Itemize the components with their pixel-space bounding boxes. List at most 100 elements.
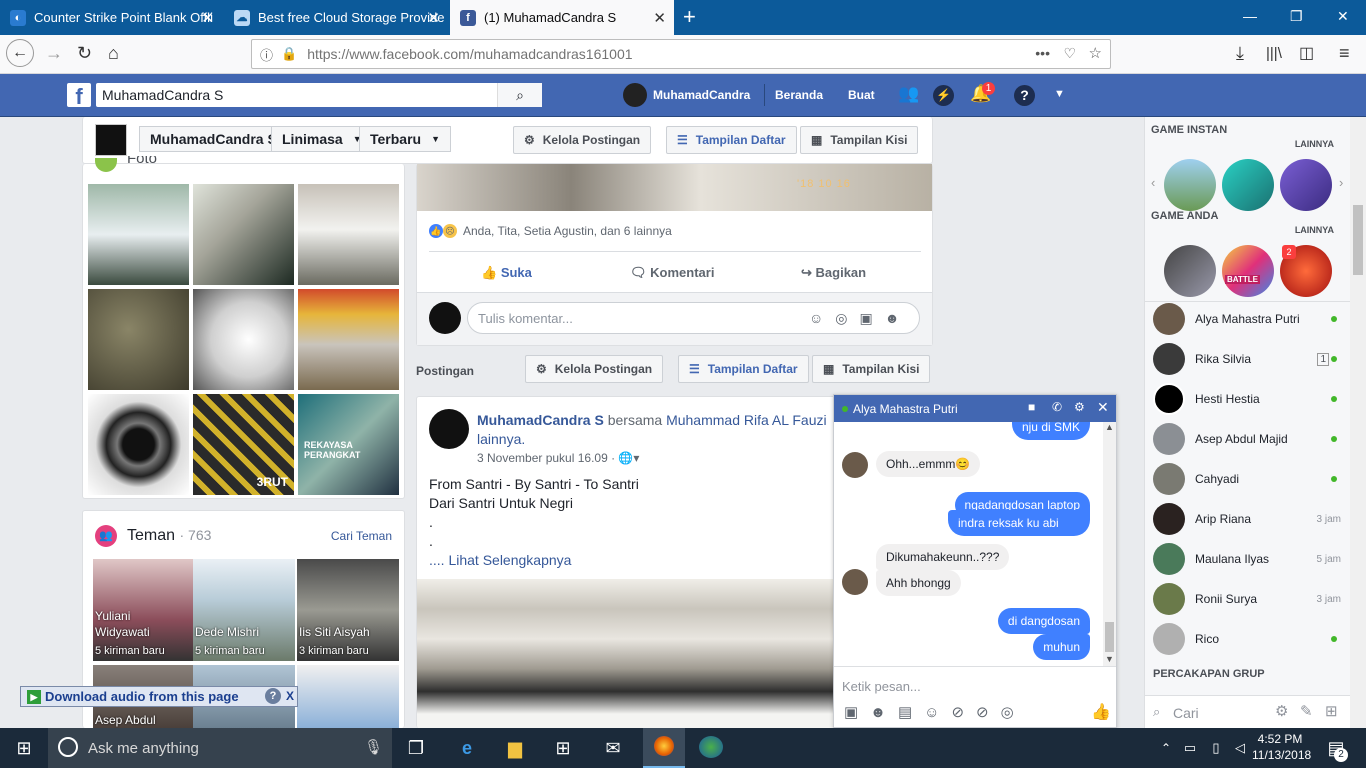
bookmark-star-icon[interactable]: ☆ bbox=[1089, 44, 1102, 62]
chat-toolbar-icons[interactable]: ▣☻▤☺⊘⊘◎ bbox=[844, 703, 1026, 721]
sidebar-search[interactable]: ⌕ Cari ⚙ ✎ ⊞ bbox=[1145, 695, 1350, 728]
chat-contact-name[interactable]: Alya Mahastra Putri bbox=[853, 402, 958, 416]
tagged-link[interactable]: Muhammad Rifa AL Fauzi bbox=[666, 412, 827, 428]
download-icon[interactable]: ⤓ bbox=[1236, 43, 1244, 64]
contact-item[interactable]: Maulana Ilyas 5 jam bbox=[1153, 539, 1349, 579]
sidebar-search-input[interactable]: Cari bbox=[1173, 705, 1199, 721]
photo-thumb[interactable] bbox=[88, 394, 189, 495]
grid-view-button[interactable]: ▦ Tampilan Kisi bbox=[812, 355, 931, 383]
friend-tile[interactable]: Yuliani Widyawati 5 kiriman baru bbox=[93, 559, 195, 661]
scroll-down-icon[interactable]: ▼ bbox=[1103, 654, 1116, 664]
restore-icon[interactable]: ❐ bbox=[1290, 8, 1303, 25]
like-button[interactable]: 👍 Suka bbox=[481, 265, 532, 281]
game-icon[interactable] bbox=[1164, 245, 1216, 297]
photo-thumb[interactable] bbox=[88, 184, 189, 285]
messenger-icon[interactable]: ⚡ bbox=[933, 85, 954, 106]
chevron-left-icon[interactable]: ‹ bbox=[1151, 175, 1155, 190]
search-icon[interactable]: ⌕ bbox=[497, 83, 542, 107]
author-avatar[interactable] bbox=[429, 409, 469, 449]
contact-item[interactable]: Arip Riana 3 jam bbox=[1153, 499, 1349, 539]
tab-counter-strike[interactable]: ◐ Counter Strike Point Blank Offli ✕ bbox=[0, 0, 222, 35]
microphone-icon[interactable]: 🎙 bbox=[364, 738, 383, 756]
find-friends-link[interactable]: Cari Teman bbox=[331, 529, 392, 543]
settings-icon[interactable]: ⚙ bbox=[1275, 702, 1288, 720]
windows-start-icon[interactable]: ⊞ bbox=[10, 736, 38, 760]
photo-thumb[interactable] bbox=[193, 289, 294, 390]
tab-close-icon[interactable]: ✕ bbox=[427, 9, 440, 27]
menu-icon[interactable]: ≡ bbox=[1339, 43, 1350, 64]
list-view-button[interactable]: ☰ Tampilan Daftar bbox=[666, 126, 797, 154]
task-view-icon[interactable]: ❐ bbox=[402, 736, 430, 760]
back-icon[interactable]: ← bbox=[6, 39, 34, 67]
facebook-logo[interactable]: f bbox=[67, 83, 91, 109]
photo-thumb[interactable] bbox=[298, 289, 399, 390]
post-photo[interactable]: '18 10 16 bbox=[417, 164, 932, 211]
account-menu-icon[interactable]: ▼ bbox=[1054, 88, 1065, 100]
author-link[interactable]: MuhamadCandra S bbox=[477, 412, 604, 428]
phone-icon[interactable]: ✆ bbox=[1052, 400, 1062, 414]
url-bar[interactable]: ⓘ 🔒 https://www.facebook.com/muhamadcand… bbox=[251, 39, 1111, 69]
profile-avatar[interactable] bbox=[623, 83, 647, 107]
grid-view-button[interactable]: ▦ Tampilan Kisi bbox=[800, 126, 919, 154]
reactions-summary[interactable]: 👍 ☹ Anda, Tita, Setia Agustin, dan 6 lai… bbox=[429, 224, 672, 238]
contact-item[interactable]: Hesti Hestia bbox=[1153, 379, 1349, 419]
see-more-link[interactable]: .... Lihat Selengkapnya bbox=[429, 551, 639, 570]
facebook-search[interactable]: MuhamadCandra S ⌕ bbox=[96, 83, 542, 107]
volume-icon[interactable]: ◁ bbox=[1226, 736, 1254, 760]
contact-item[interactable]: Rico bbox=[1153, 619, 1349, 659]
profile-name-button[interactable]: MuhamadCandra S bbox=[139, 126, 288, 152]
post-time[interactable]: 3 November pukul 16.09 · 🌐▾ bbox=[477, 451, 639, 465]
page-scrollbar[interactable] bbox=[1350, 117, 1366, 728]
manage-posts-button[interactable]: ⚙ Kelola Postingan bbox=[525, 355, 664, 383]
share-button[interactable]: ↪ Bagikan bbox=[801, 265, 866, 281]
more-games-link[interactable]: LAINNYA bbox=[1295, 139, 1334, 149]
close-icon[interactable]: X bbox=[283, 688, 297, 704]
manage-posts-button[interactable]: ⚙ Kelola Postingan bbox=[513, 126, 652, 154]
minimize-icon[interactable]: — bbox=[1243, 8, 1257, 24]
timeline-dropdown[interactable]: Linimasa ▼ bbox=[271, 126, 373, 152]
profile-thumb[interactable] bbox=[95, 124, 127, 156]
home-link[interactable]: Beranda bbox=[775, 88, 823, 102]
firefox-taskbar-button[interactable] bbox=[643, 728, 685, 768]
new-tab-icon[interactable]: + bbox=[683, 4, 696, 30]
library-icon[interactable]: |||\ bbox=[1266, 45, 1282, 62]
forward-icon[interactable]: → bbox=[45, 43, 63, 64]
contact-item[interactable]: Cahyadi bbox=[1153, 459, 1349, 499]
clock[interactable]: 4:52 PM 11/13/2018 bbox=[1252, 732, 1311, 762]
new-group-icon[interactable]: ⊞ bbox=[1325, 702, 1338, 720]
photo-thumb[interactable]: 3RUT bbox=[193, 394, 294, 495]
others-link[interactable]: lainnya. bbox=[477, 431, 525, 447]
search-input[interactable]: MuhamadCandra S bbox=[102, 87, 223, 103]
scroll-up-icon[interactable]: ▲ bbox=[1103, 422, 1116, 432]
window-close-icon[interactable]: ✕ bbox=[1337, 8, 1349, 25]
photos-title[interactable]: Foto bbox=[127, 156, 157, 166]
comment-button[interactable]: 🗨 Komentari bbox=[630, 265, 714, 281]
contact-item[interactable]: Rika Silvia 1 bbox=[1153, 339, 1349, 379]
friends-title-link[interactable]: Teman bbox=[127, 527, 175, 544]
tab-facebook[interactable]: f (1) MuhamadCandra S ✕ bbox=[450, 0, 674, 35]
compose-icon[interactable]: ✎ bbox=[1300, 702, 1313, 720]
cortana-search[interactable]: Ask me anything 🎙 bbox=[48, 728, 392, 768]
contact-item[interactable]: Ronii Surya 3 jam bbox=[1153, 579, 1349, 619]
photo-thumb[interactable]: REKAYASA PERANGKAT bbox=[298, 394, 399, 495]
contact-item[interactable]: Alya Mahastra Putri bbox=[1153, 299, 1349, 339]
list-view-button[interactable]: ☰ Tampilan Daftar bbox=[678, 355, 809, 383]
create-link[interactable]: Buat bbox=[848, 88, 875, 102]
comment-input-icons[interactable]: ☺◎▣☻ bbox=[809, 310, 911, 327]
idm-icon[interactable] bbox=[699, 736, 723, 758]
video-call-icon[interactable]: ■ bbox=[1028, 400, 1035, 414]
file-explorer-icon[interactable]: ▆ bbox=[501, 736, 529, 760]
contact-item[interactable]: Asep Abdul Majid bbox=[1153, 419, 1349, 459]
home-icon[interactable]: ⌂ bbox=[108, 43, 119, 64]
chat-header[interactable]: Alya Mahastra Putri ■ ✆ ⚙ ✕ bbox=[834, 395, 1116, 422]
reload-icon[interactable]: ↻ bbox=[77, 43, 92, 64]
tab-cloud-storage[interactable]: ☁ Best free Cloud Storage Provide ✕ bbox=[224, 0, 448, 35]
info-icon[interactable]: ⓘ bbox=[260, 45, 273, 64]
edge-icon[interactable]: e bbox=[453, 736, 481, 760]
latest-dropdown[interactable]: Terbaru ▼ bbox=[359, 126, 452, 152]
power-icon[interactable]: ▭ bbox=[1176, 736, 1204, 760]
game-icon[interactable]: BATTLE bbox=[1222, 245, 1274, 297]
chat-settings-icon[interactable]: ⚙ bbox=[1074, 400, 1085, 414]
chevron-right-icon[interactable]: › bbox=[1339, 175, 1343, 190]
photo-thumb[interactable] bbox=[193, 184, 294, 285]
